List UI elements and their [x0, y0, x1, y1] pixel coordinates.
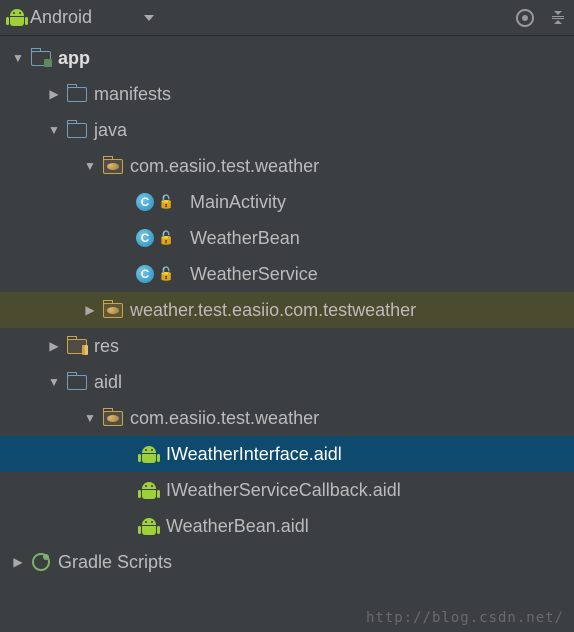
class-icon: C	[136, 193, 154, 211]
resource-folder-icon	[64, 339, 90, 354]
node-label: res	[90, 336, 119, 357]
module-folder-icon	[28, 51, 54, 66]
runnable-icon: 🔓	[158, 194, 174, 210]
project-tree: ▼ app ▶ manifests ▼ java ▼ com.easiio.te…	[0, 36, 574, 580]
tree-node-res[interactable]: ▶ res	[0, 328, 574, 364]
node-label: aidl	[90, 372, 122, 393]
tree-node-file[interactable]: IWeatherServiceCallback.aidl	[0, 472, 574, 508]
android-icon	[10, 9, 24, 26]
runnable-icon: 🔓	[158, 230, 174, 246]
expand-arrow-icon[interactable]: ▶	[44, 87, 64, 101]
expand-arrow-icon[interactable]: ▶	[80, 303, 100, 317]
tree-node-class[interactable]: C 🔓 WeatherService	[0, 256, 574, 292]
tree-node-gradle[interactable]: ▶ Gradle Scripts	[0, 544, 574, 580]
tree-node-package[interactable]: ▶ weather.test.easiio.com.testweather	[0, 292, 574, 328]
chevron-down-icon	[144, 15, 154, 21]
tree-node-file-selected[interactable]: IWeatherInterface.aidl	[0, 436, 574, 472]
tree-node-package[interactable]: ▼ com.easiio.test.weather	[0, 148, 574, 184]
expand-arrow-icon[interactable]: ▶	[44, 339, 64, 353]
expand-arrow-icon[interactable]: ▼	[44, 375, 64, 389]
node-label: IWeatherServiceCallback.aidl	[162, 480, 401, 501]
node-label: Gradle Scripts	[54, 552, 172, 573]
tree-node-app[interactable]: ▼ app	[0, 40, 574, 76]
view-label: Android	[30, 7, 92, 28]
node-label: WeatherBean	[186, 228, 300, 249]
tree-node-aidl[interactable]: ▼ aidl	[0, 364, 574, 400]
node-label: java	[90, 120, 127, 141]
tree-node-file[interactable]: WeatherBean.aidl	[0, 508, 574, 544]
package-folder-icon	[100, 411, 126, 426]
node-label: MainActivity	[186, 192, 286, 213]
node-label: com.easiio.test.weather	[126, 156, 319, 177]
package-folder-icon	[100, 303, 126, 318]
folder-icon	[64, 123, 90, 138]
expand-arrow-icon[interactable]: ▼	[80, 159, 100, 173]
package-folder-icon	[100, 159, 126, 174]
expand-arrow-icon[interactable]: ▶	[8, 555, 28, 569]
runnable-icon: 🔓	[158, 266, 174, 282]
node-label: app	[54, 48, 90, 69]
folder-icon	[64, 375, 90, 390]
node-label: manifests	[90, 84, 171, 105]
tree-node-class[interactable]: C 🔓 WeatherBean	[0, 220, 574, 256]
aidl-file-icon	[136, 482, 162, 499]
collapse-all-icon[interactable]	[552, 11, 564, 24]
node-label: WeatherBean.aidl	[162, 516, 309, 537]
gradle-icon	[28, 553, 54, 571]
node-label: IWeatherInterface.aidl	[162, 444, 342, 465]
aidl-file-icon	[136, 446, 162, 463]
tree-node-package[interactable]: ▼ com.easiio.test.weather	[0, 400, 574, 436]
tree-node-java[interactable]: ▼ java	[0, 112, 574, 148]
class-icon: C	[136, 229, 154, 247]
node-label: WeatherService	[186, 264, 318, 285]
scroll-from-source-icon[interactable]	[516, 9, 534, 27]
aidl-file-icon	[136, 518, 162, 535]
tree-node-manifests[interactable]: ▶ manifests	[0, 76, 574, 112]
folder-icon	[64, 87, 90, 102]
view-selector[interactable]: Android	[10, 7, 516, 28]
watermark-text: http://blog.csdn.net/	[366, 610, 564, 626]
tree-node-class[interactable]: C 🔓 MainActivity	[0, 184, 574, 220]
class-icon: C	[136, 265, 154, 283]
expand-arrow-icon[interactable]: ▼	[80, 411, 100, 425]
expand-arrow-icon[interactable]: ▼	[44, 123, 64, 137]
node-label: com.easiio.test.weather	[126, 408, 319, 429]
project-tool-header: Android	[0, 0, 574, 36]
node-label: weather.test.easiio.com.testweather	[126, 300, 416, 321]
expand-arrow-icon[interactable]: ▼	[8, 51, 28, 65]
